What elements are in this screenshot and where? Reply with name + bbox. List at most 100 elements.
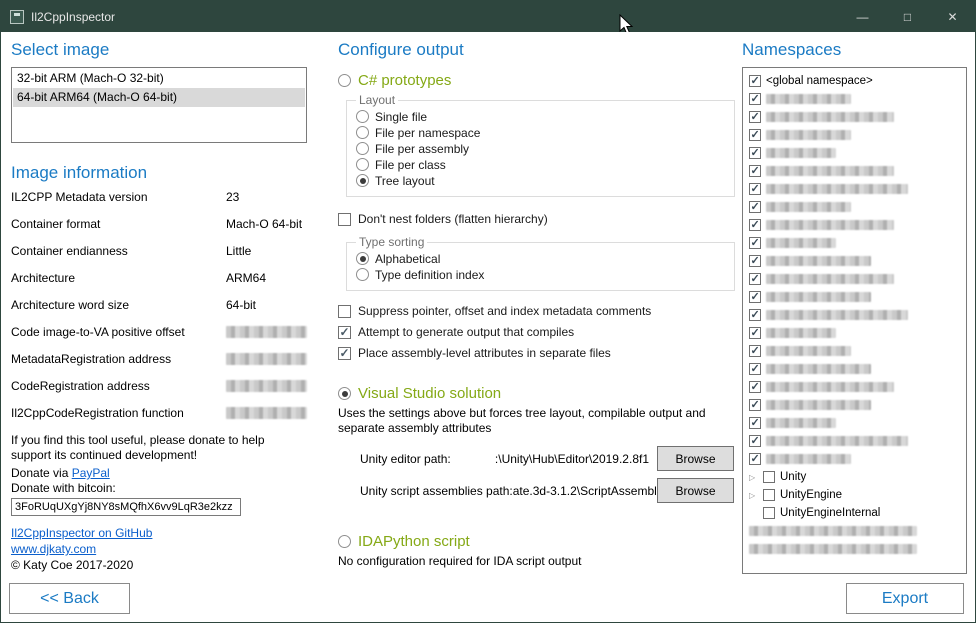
type-sorting-option[interactable]: Alphabetical xyxy=(356,251,725,266)
namespace-checkbox[interactable] xyxy=(749,399,761,411)
visual-studio-solution-option[interactable]: Visual Studio solution xyxy=(338,385,734,402)
layout-radio[interactable] xyxy=(356,110,369,123)
namespace-item[interactable]: UnityEngineInternal xyxy=(746,504,963,522)
namespace-item[interactable] xyxy=(746,540,963,558)
namespace-checkbox[interactable] xyxy=(749,273,761,285)
layout-option[interactable]: File per assembly xyxy=(356,141,725,156)
expander-icon[interactable]: ▷ xyxy=(749,473,758,482)
github-link[interactable]: Il2CppInspector on GitHub xyxy=(11,526,152,540)
browse-button[interactable]: Browse xyxy=(657,478,734,503)
website-link[interactable]: www.djkaty.com xyxy=(11,542,96,556)
namespace-item[interactable] xyxy=(746,252,963,270)
namespace-item[interactable] xyxy=(746,144,963,162)
namespace-checkbox[interactable] xyxy=(749,147,761,159)
paypal-link[interactable]: PayPal xyxy=(72,466,110,480)
close-button[interactable]: ✕ xyxy=(930,1,975,32)
namespace-item[interactable] xyxy=(746,414,963,432)
namespace-item[interactable] xyxy=(746,216,963,234)
namespace-checkbox[interactable] xyxy=(749,165,761,177)
browse-button[interactable]: Browse xyxy=(657,446,734,471)
namespace-checkbox[interactable] xyxy=(749,255,761,267)
namespace-item[interactable] xyxy=(746,234,963,252)
namespace-item[interactable] xyxy=(746,450,963,468)
namespace-checkbox[interactable] xyxy=(749,237,761,249)
output-option-row[interactable]: Suppress pointer, offset and index metad… xyxy=(338,303,734,319)
layout-radio[interactable] xyxy=(356,174,369,187)
namespace-checkbox[interactable] xyxy=(749,291,761,303)
namespace-checkbox[interactable] xyxy=(749,381,761,393)
namespace-checkbox[interactable] xyxy=(749,309,761,321)
back-button[interactable]: << Back xyxy=(9,583,130,614)
output-option-checkbox[interactable] xyxy=(338,326,351,339)
namespace-checkbox[interactable] xyxy=(749,219,761,231)
namespace-item[interactable] xyxy=(746,198,963,216)
namespace-item[interactable]: ▷Unity xyxy=(746,468,963,486)
expander-icon[interactable]: ▷ xyxy=(749,491,758,500)
namespace-item[interactable] xyxy=(746,126,963,144)
idapython-script-option[interactable]: IDAPython script xyxy=(338,533,734,550)
namespace-item[interactable] xyxy=(746,522,963,540)
namespace-item[interactable] xyxy=(746,306,963,324)
layout-option[interactable]: Tree layout xyxy=(356,173,725,188)
image-listbox[interactable]: 32-bit ARM (Mach-O 32-bit)64-bit ARM64 (… xyxy=(11,67,307,143)
namespace-item[interactable]: <global namespace> xyxy=(746,72,963,90)
namespace-checkbox[interactable] xyxy=(749,111,761,123)
namespace-checkbox[interactable] xyxy=(763,489,775,501)
namespace-item[interactable] xyxy=(746,360,963,378)
namespace-item[interactable] xyxy=(746,162,963,180)
namespace-checkbox[interactable] xyxy=(749,453,761,465)
visual-studio-solution-radio[interactable] xyxy=(338,387,351,400)
namespace-item[interactable] xyxy=(746,288,963,306)
layout-radio[interactable] xyxy=(356,158,369,171)
namespace-item[interactable] xyxy=(746,180,963,198)
output-option-checkbox[interactable] xyxy=(338,347,351,360)
image-list-item[interactable]: 32-bit ARM (Mach-O 32-bit) xyxy=(13,69,305,88)
namespace-checkbox[interactable] xyxy=(749,345,761,357)
csharp-prototypes-radio[interactable] xyxy=(338,74,351,87)
output-option-row[interactable]: Place assembly-level attributes in separ… xyxy=(338,345,734,361)
layout-label: File per class xyxy=(375,158,446,172)
maximize-button[interactable]: □ xyxy=(885,1,930,32)
layout-option[interactable]: File per class xyxy=(356,157,725,172)
namespace-checkbox[interactable] xyxy=(749,75,761,87)
namespace-checkbox[interactable] xyxy=(749,435,761,447)
bitcoin-address-input[interactable] xyxy=(11,498,241,516)
namespace-item[interactable] xyxy=(746,432,963,450)
type-sorting-radio[interactable] xyxy=(356,252,369,265)
layout-option[interactable]: Single file xyxy=(356,109,725,124)
namespace-checkbox[interactable] xyxy=(749,363,761,375)
namespace-checkbox[interactable] xyxy=(749,129,761,141)
namespace-item[interactable] xyxy=(746,342,963,360)
flatten-folders-row[interactable]: Don't nest folders (flatten hierarchy) xyxy=(338,211,734,227)
namespace-checkbox[interactable] xyxy=(749,201,761,213)
output-option-row[interactable]: Attempt to generate output that compiles xyxy=(338,324,734,340)
namespace-item[interactable] xyxy=(746,378,963,396)
namespace-item[interactable] xyxy=(746,90,963,108)
namespace-item[interactable] xyxy=(746,108,963,126)
flatten-folders-checkbox[interactable] xyxy=(338,213,351,226)
layout-radio[interactable] xyxy=(356,126,369,139)
output-option-checkbox[interactable] xyxy=(338,305,351,318)
namespace-item[interactable] xyxy=(746,396,963,414)
type-sorting-option[interactable]: Type definition index xyxy=(356,267,725,282)
layout-radio[interactable] xyxy=(356,142,369,155)
image-list-item[interactable]: 64-bit ARM64 (Mach-O 64-bit) xyxy=(13,88,305,107)
minimize-button[interactable]: — xyxy=(840,1,885,32)
namespace-checkbox[interactable] xyxy=(749,327,761,339)
redacted-namespace-label xyxy=(766,436,908,446)
namespace-item[interactable]: ▷UnityEngine xyxy=(746,486,963,504)
namespace-checkbox[interactable] xyxy=(749,93,761,105)
window-body: Select image 32-bit ARM (Mach-O 32-bit)6… xyxy=(1,32,975,622)
idapython-script-radio[interactable] xyxy=(338,535,351,548)
namespace-checkbox[interactable] xyxy=(749,417,761,429)
type-sorting-radio[interactable] xyxy=(356,268,369,281)
namespace-checkbox[interactable] xyxy=(763,507,775,519)
namespace-item[interactable] xyxy=(746,324,963,342)
layout-option[interactable]: File per namespace xyxy=(356,125,725,140)
csharp-prototypes-option[interactable]: C# prototypes xyxy=(338,72,734,89)
namespace-item[interactable] xyxy=(746,270,963,288)
namespace-checkbox[interactable] xyxy=(763,471,775,483)
export-button[interactable]: Export xyxy=(846,583,964,614)
namespace-checkbox[interactable] xyxy=(749,183,761,195)
namespaces-list[interactable]: <global namespace> ▷Unity▷UnityEngineUnit… xyxy=(742,67,967,574)
